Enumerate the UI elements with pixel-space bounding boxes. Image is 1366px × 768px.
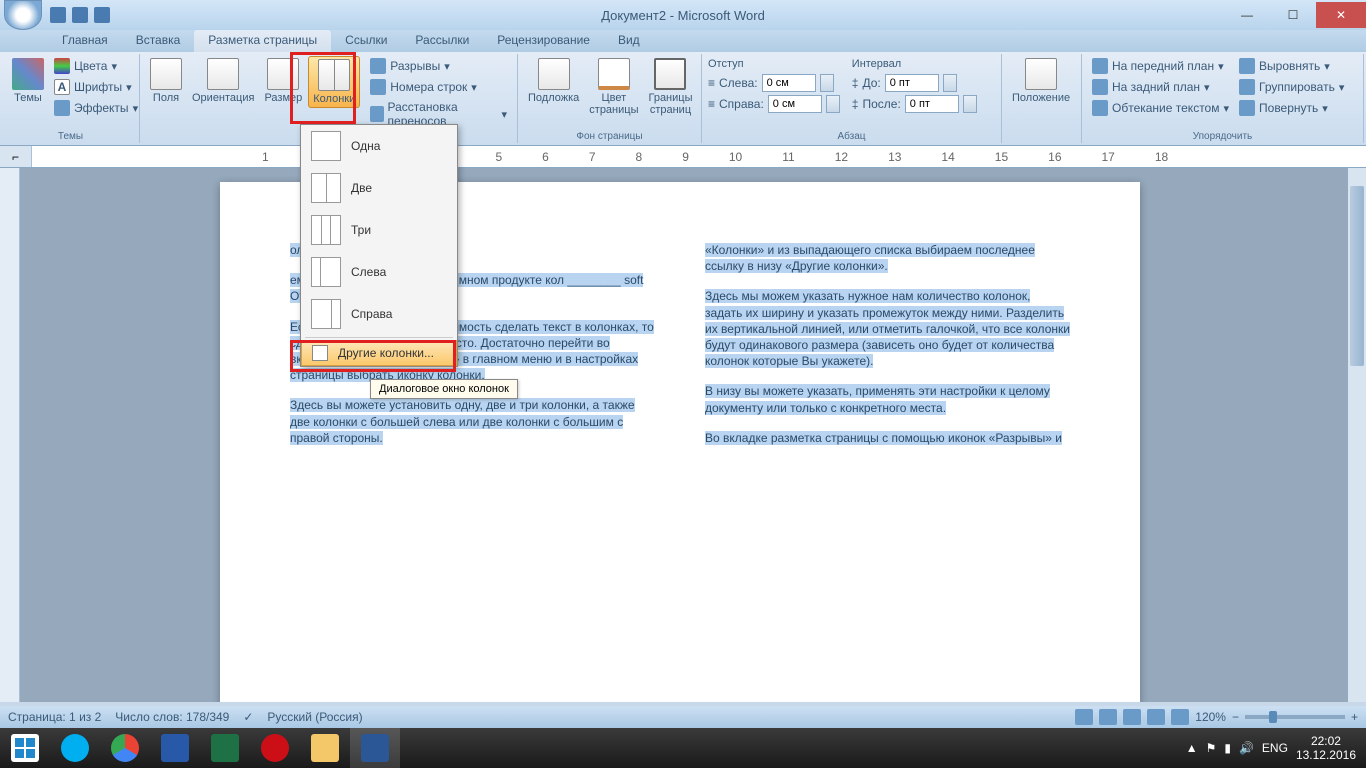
breaks-button[interactable]: Разрывы ▾ bbox=[366, 56, 511, 76]
bring-front-button[interactable]: На передний план ▾ bbox=[1088, 56, 1233, 76]
view-outline[interactable] bbox=[1147, 709, 1165, 725]
columns-option-three[interactable]: Три bbox=[301, 209, 457, 251]
columns-option-one[interactable]: Одна bbox=[301, 125, 457, 167]
align-button[interactable]: Выровнять ▾ bbox=[1235, 56, 1348, 76]
tray-volume-icon[interactable]: 🔊 bbox=[1239, 741, 1254, 755]
taskbar-word[interactable] bbox=[350, 728, 400, 768]
spacing-after-spinner[interactable] bbox=[963, 95, 977, 113]
indent-left-input[interactable] bbox=[762, 74, 816, 92]
tab-review[interactable]: Рецензирование bbox=[483, 30, 604, 52]
columns-dropdown: Одна Две Три Слева Справа Другие колонки… bbox=[300, 124, 458, 367]
view-web-layout[interactable] bbox=[1123, 709, 1141, 725]
tab-home[interactable]: Главная bbox=[48, 30, 122, 52]
margins-button[interactable]: Поля bbox=[146, 56, 186, 106]
zoom-level[interactable]: 120% bbox=[1195, 710, 1226, 724]
qat-save-icon[interactable] bbox=[50, 7, 66, 23]
columns-option-left[interactable]: Слева bbox=[301, 251, 457, 293]
wrap-text-button[interactable]: Обтекание текстом ▾ bbox=[1088, 98, 1233, 118]
status-language[interactable]: Русский (Россия) bbox=[267, 710, 362, 724]
taskbar-chrome[interactable] bbox=[100, 728, 150, 768]
view-draft[interactable] bbox=[1171, 709, 1189, 725]
taskbar-skype[interactable] bbox=[50, 728, 100, 768]
tray-network-icon[interactable]: ▮ bbox=[1224, 741, 1231, 755]
theme-colors[interactable]: Цвета ▾ bbox=[50, 56, 142, 76]
zoom-in-button[interactable]: + bbox=[1351, 710, 1358, 724]
columns-button[interactable]: Колонки bbox=[308, 56, 360, 108]
vertical-ruler[interactable] bbox=[0, 168, 20, 702]
indent-right-spinner[interactable] bbox=[826, 95, 840, 113]
view-print-layout[interactable] bbox=[1075, 709, 1093, 725]
tray-language[interactable]: ENG bbox=[1262, 741, 1288, 755]
taskbar-opera[interactable] bbox=[250, 728, 300, 768]
group-button[interactable]: Группировать ▾ bbox=[1235, 77, 1348, 97]
zoom-out-button[interactable]: − bbox=[1232, 710, 1239, 724]
maximize-button[interactable]: ☐ bbox=[1270, 2, 1316, 28]
themes-button[interactable]: Темы bbox=[8, 56, 48, 106]
columns-option-right[interactable]: Справа bbox=[301, 293, 457, 335]
spacing-before-spinner[interactable] bbox=[943, 74, 957, 92]
horizontal-ruler[interactable]: 1123456789101112131415161718 bbox=[32, 146, 1366, 167]
spacing-after-input[interactable] bbox=[905, 95, 959, 113]
tray-action-center-icon[interactable]: ⚑ bbox=[1206, 741, 1217, 755]
indent-left-spinner[interactable] bbox=[820, 74, 834, 92]
status-page[interactable]: Страница: 1 из 2 bbox=[8, 710, 101, 724]
page-color-button[interactable]: Цвет страницы bbox=[585, 56, 642, 118]
indent-right-input[interactable] bbox=[768, 95, 822, 113]
theme-fonts[interactable]: AШрифты ▾ bbox=[50, 77, 142, 97]
size-button[interactable]: Размер bbox=[260, 56, 306, 106]
ruler-corner[interactable]: ⌐ bbox=[0, 146, 32, 167]
rotate-button[interactable]: Повернуть ▾ bbox=[1235, 98, 1348, 118]
send-back-button[interactable]: На задний план ▾ bbox=[1088, 77, 1233, 97]
status-words[interactable]: Число слов: 178/349 bbox=[115, 710, 229, 724]
indent-right-icon: ≡ bbox=[708, 97, 715, 111]
taskbar-paint[interactable] bbox=[300, 728, 350, 768]
zoom-slider[interactable] bbox=[1245, 715, 1345, 719]
tab-page-layout[interactable]: Разметка страницы bbox=[194, 30, 331, 52]
view-full-screen[interactable] bbox=[1099, 709, 1117, 725]
tab-references[interactable]: Ссылки bbox=[331, 30, 401, 52]
tooltip: Диалоговое окно колонок bbox=[370, 379, 518, 399]
close-button[interactable]: ✕ bbox=[1316, 2, 1366, 28]
line-numbers-button[interactable]: Номера строк ▾ bbox=[366, 77, 511, 97]
qat-undo-icon[interactable] bbox=[72, 7, 88, 23]
tab-insert[interactable]: Вставка bbox=[122, 30, 195, 52]
spacing-before-input[interactable] bbox=[885, 74, 939, 92]
tab-mailings[interactable]: Рассылки bbox=[401, 30, 483, 52]
window-title: Документ2 - Microsoft Word bbox=[601, 8, 765, 23]
ribbon-tabs: Главная Вставка Разметка страницы Ссылки… bbox=[0, 30, 1366, 52]
page-borders-button[interactable]: Границы страниц bbox=[644, 56, 696, 118]
columns-option-two[interactable]: Две bbox=[301, 167, 457, 209]
qat-redo-icon[interactable] bbox=[94, 7, 110, 23]
indent-left-icon: ≡ bbox=[708, 76, 715, 90]
start-button[interactable] bbox=[0, 728, 50, 768]
taskbar-excel[interactable] bbox=[200, 728, 250, 768]
columns-more-options[interactable]: Другие колонки... bbox=[301, 340, 457, 366]
vertical-scrollbar[interactable] bbox=[1348, 168, 1366, 702]
watermark-button[interactable]: Подложка bbox=[524, 56, 583, 106]
tray-show-hidden-icon[interactable]: ▲ bbox=[1186, 741, 1198, 755]
position-button[interactable]: Положение bbox=[1008, 56, 1074, 106]
minimize-button[interactable]: — bbox=[1224, 2, 1270, 28]
document-column-2: «Колонки» и из выпадающего списка выбира… bbox=[705, 242, 1070, 702]
theme-effects[interactable]: Эффекты ▾ bbox=[50, 98, 142, 118]
orientation-button[interactable]: Ориентация bbox=[188, 56, 258, 106]
spacing-before-icon: ‡ bbox=[852, 76, 859, 90]
tab-view[interactable]: Вид bbox=[604, 30, 654, 52]
spacing-after-icon: ‡ bbox=[852, 97, 859, 111]
office-button[interactable] bbox=[4, 0, 42, 30]
taskbar-save[interactable] bbox=[150, 728, 200, 768]
tray-clock[interactable]: 22:0213.12.2016 bbox=[1296, 734, 1356, 763]
status-proofing-icon[interactable]: ✓ bbox=[243, 710, 253, 724]
